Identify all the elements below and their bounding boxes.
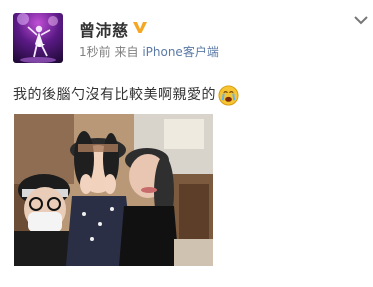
avatar-image: [17, 13, 58, 63]
crying-emoji-icon: [218, 84, 239, 106]
post-time[interactable]: 1秒前: [79, 45, 111, 59]
post-photo[interactable]: [14, 114, 213, 266]
chevron-down-icon[interactable]: [353, 14, 369, 26]
post-text: 我的後腦勺沒有比較美啊親愛的: [13, 87, 216, 103]
source-prefix: 来自: [114, 45, 139, 59]
author-name[interactable]: 曾沛慈: [79, 17, 129, 41]
weibo-post: 曾沛慈 1秒前 来自 iPhone客户端 我的後腦勺沒有比較美啊親愛的: [0, 0, 373, 287]
post-meta: 1秒前 来自 iPhone客户端: [79, 43, 219, 60]
selfie-photo: [14, 114, 213, 266]
avatar[interactable]: [13, 13, 63, 63]
verified-v-icon: [133, 22, 147, 33]
post-text-row: 我的後腦勺沒有比較美啊親愛的: [13, 84, 239, 106]
post-source[interactable]: iPhone客户端: [142, 45, 219, 59]
